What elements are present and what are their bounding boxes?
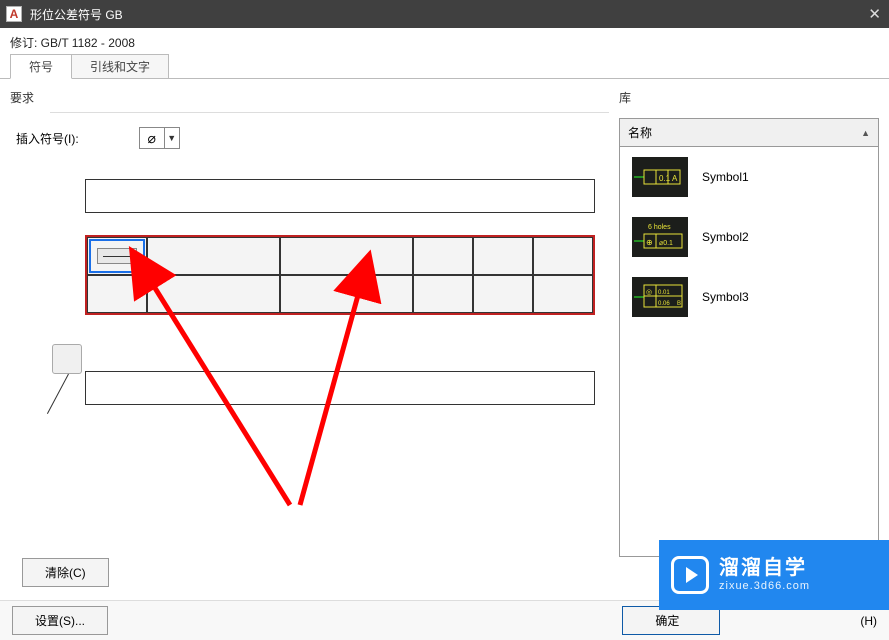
tol-cell-1-2[interactable] [147,237,280,275]
tol-cell-2-5[interactable] [473,275,533,313]
app-icon: A [6,6,22,22]
watermark-url: zixue.3d66.com [719,580,810,593]
tolerance-top-bar[interactable] [85,179,595,213]
library-thumb: 6 holes ⊕ ⌀0.1 [632,217,688,257]
library-thumb: 0.1 A [632,157,688,197]
tolerance-area [85,179,595,405]
library-thumb: ◎ 0.01 0.06 B [632,277,688,317]
tol-cell-1-6[interactable] [533,237,593,275]
left-pane: 要求 插入符号(I): ⌀ ▼ [10,89,619,609]
tolerance-bottom-bar[interactable] [85,371,595,405]
tab-symbols[interactable]: 符号 [10,54,72,79]
watermark-overlay: 溜溜自学 zixue.3d66.com [659,540,889,610]
help-suffix: (H) [860,614,877,628]
svg-text:◎: ◎ [646,289,652,296]
clear-button[interactable]: 清除(C) [22,558,109,587]
library-header[interactable]: 名称 ▲ [619,118,879,147]
insert-symbol-dropdown[interactable]: ⌀ ▼ [139,127,180,149]
close-button[interactable]: ✕ [841,5,881,23]
tol-cell-2-4[interactable] [413,275,473,313]
library-item[interactable]: 6 holes ⊕ ⌀0.1 Symbol2 [620,207,878,267]
svg-text:0.06: 0.06 [658,301,670,307]
library-item-label: Symbol2 [702,230,749,244]
library-item-label: Symbol3 [702,290,749,304]
group-requirements: 要求 [10,89,609,106]
ok-button[interactable]: 确定 [622,606,720,635]
tol-cell-2-6[interactable] [533,275,593,313]
dropdown-value: ⌀ [140,128,165,148]
svg-text:6 holes: 6 holes [648,224,671,231]
right-pane: 库 名称 ▲ 0.1 A [619,89,879,609]
tol-cell-2-3[interactable] [280,275,413,313]
chevron-down-icon: ▼ [165,133,179,143]
tol-cell-2-2[interactable] [147,275,280,313]
leader-widget[interactable] [44,344,84,414]
svg-text:0.1: 0.1 [659,174,671,183]
svg-text:B: B [677,301,681,307]
tol-cell-1-4[interactable] [413,237,473,275]
group-library: 库 [619,89,631,106]
library-item-label: Symbol1 [702,170,749,184]
svg-text:A: A [672,174,678,183]
svg-text:⊕: ⊕ [646,238,653,247]
play-icon [671,556,709,594]
watermark-brand: 溜溜自学 [719,556,810,580]
tol-cell-1-5[interactable] [473,237,533,275]
title-bar: A 形位公差符号 GB ✕ [0,0,889,28]
tab-leader-text[interactable]: 引线和文字 [71,54,169,78]
tab-strip: 符号 引线和文字 [0,55,889,79]
library-list: 0.1 A Symbol1 6 holes ⊕ [619,147,879,557]
insert-symbol-label: 插入符号(I): [16,130,79,147]
library-item[interactable]: 0.1 A Symbol1 [620,147,878,207]
tol-cell-1-1[interactable] [87,237,147,275]
tol-cell-2-1[interactable] [87,275,147,313]
svg-text:0.01: 0.01 [658,290,670,296]
svg-text:⌀0.1: ⌀0.1 [659,240,673,247]
library-header-name: 名称 [628,124,652,141]
tolerance-grid [85,235,595,315]
sort-triangle-icon: ▲ [861,128,870,138]
revision-text: 修订: GB/T 1182 - 2008 [0,28,889,55]
window-title: 形位公差符号 GB [30,6,123,23]
library-item[interactable]: ◎ 0.01 0.06 B Symbol3 [620,267,878,327]
settings-button[interactable]: 设置(S)... [12,606,108,635]
tol-cell-1-3[interactable] [280,237,413,275]
